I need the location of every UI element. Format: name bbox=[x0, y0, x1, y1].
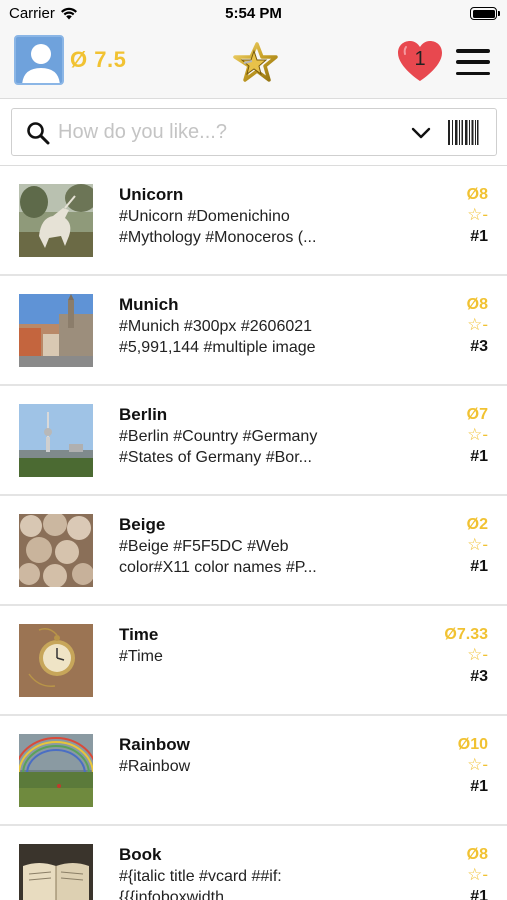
list-item[interactable]: Unicorn #Unicorn #Domenichino #Mythology… bbox=[0, 166, 507, 276]
item-thumbnail bbox=[19, 844, 93, 900]
list-item[interactable]: Rainbow #Rainbow Ø10 ☆- #1 bbox=[0, 716, 507, 826]
app-header: Ø 7.5 1 bbox=[0, 27, 507, 99]
average-rating: Ø 7.5 bbox=[70, 47, 127, 72]
search-bar bbox=[0, 99, 507, 166]
list-item[interactable]: Book #{italic title #vcard ##if: {{{info… bbox=[0, 826, 507, 900]
star-logo-icon[interactable] bbox=[230, 41, 280, 85]
item-thumbnail bbox=[19, 404, 93, 477]
item-rank: #3 bbox=[470, 338, 488, 355]
list-item[interactable]: Munich #Munich #300px #2606021 #5,991,14… bbox=[0, 276, 507, 386]
item-rank: #3 bbox=[470, 668, 488, 685]
chevron-down-icon[interactable] bbox=[410, 122, 432, 144]
item-average: Ø10 bbox=[457, 736, 488, 753]
hamburger-menu-icon[interactable] bbox=[456, 49, 490, 75]
item-average: Ø7.33 bbox=[444, 626, 488, 643]
item-tags: #Munich #300px #2606021 #5,991,144 #mult… bbox=[119, 318, 316, 356]
likes-count: 1 bbox=[414, 48, 426, 70]
item-tags: #Time bbox=[119, 648, 163, 665]
item-rank: #1 bbox=[470, 558, 488, 575]
item-title: Time bbox=[119, 625, 159, 644]
item-rank: #1 bbox=[470, 228, 488, 245]
item-average: Ø2 bbox=[466, 516, 488, 533]
item-title: Rainbow bbox=[119, 735, 190, 754]
list-item[interactable]: Berlin #Berlin #Country #Germany #States… bbox=[0, 386, 507, 496]
avatar[interactable] bbox=[14, 35, 64, 85]
item-tags: #{italic title #vcard ##if: {{{infoboxwi… bbox=[119, 868, 282, 900]
item-my-rating[interactable]: ☆- bbox=[467, 755, 488, 775]
user-icon bbox=[22, 44, 60, 83]
item-my-rating[interactable]: ☆- bbox=[467, 535, 488, 555]
item-rank: #1 bbox=[470, 448, 488, 465]
item-rank: #1 bbox=[470, 888, 488, 900]
items-list: Unicorn #Unicorn #Domenichino #Mythology… bbox=[0, 166, 507, 900]
item-title: Book bbox=[119, 845, 162, 864]
item-title: Munich bbox=[119, 295, 179, 314]
list-item[interactable]: Time #Time Ø7.33 ☆- #3 bbox=[0, 606, 507, 716]
search-icon bbox=[27, 122, 50, 145]
item-average: Ø8 bbox=[466, 846, 488, 863]
item-average: Ø8 bbox=[466, 186, 488, 203]
search-box bbox=[11, 108, 497, 156]
clock: 5:54 PM bbox=[225, 5, 282, 22]
item-average: Ø8 bbox=[466, 296, 488, 313]
item-thumbnail bbox=[19, 734, 93, 807]
list-item[interactable]: Beige #Beige #F5F5DC #Web color#X11 colo… bbox=[0, 496, 507, 606]
item-rank: #1 bbox=[470, 778, 488, 795]
item-my-rating[interactable]: ☆- bbox=[467, 315, 488, 335]
item-average: Ø7 bbox=[466, 406, 488, 423]
item-my-rating[interactable]: ☆- bbox=[467, 865, 488, 885]
item-my-rating[interactable]: ☆- bbox=[467, 645, 488, 665]
item-thumbnail bbox=[19, 184, 93, 257]
item-thumbnail bbox=[19, 624, 93, 697]
search-input[interactable] bbox=[58, 117, 398, 147]
item-title: Beige bbox=[119, 515, 166, 534]
item-thumbnail bbox=[19, 294, 93, 367]
item-tags: #Berlin #Country #Germany #States of Ger… bbox=[119, 428, 318, 466]
status-bar: Carrier 5:54 PM bbox=[0, 0, 507, 27]
item-my-rating[interactable]: ☆- bbox=[467, 425, 488, 445]
item-title: Berlin bbox=[119, 405, 168, 424]
barcode-scanner-icon[interactable] bbox=[447, 120, 479, 145]
item-tags: #Beige #F5F5DC #Web color#X11 color name… bbox=[119, 538, 317, 576]
item-my-rating[interactable]: ☆- bbox=[467, 205, 488, 225]
item-tags: #Rainbow bbox=[119, 758, 191, 775]
battery-icon bbox=[470, 7, 500, 20]
item-title: Unicorn bbox=[119, 185, 184, 204]
item-thumbnail bbox=[19, 514, 93, 587]
item-tags: #Unicorn #Domenichino #Mythology #Monoce… bbox=[119, 208, 317, 246]
